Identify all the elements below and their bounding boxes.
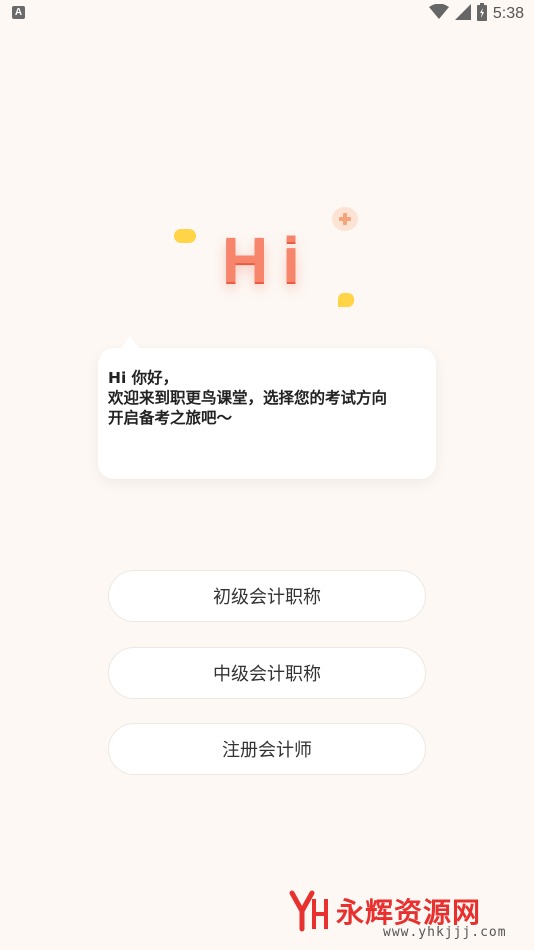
status-icons: 5:38 — [428, 2, 524, 26]
notification-icon: A — [12, 6, 25, 19]
battery-icon — [476, 3, 487, 25]
option-junior-accountant-button[interactable]: 初级会计职称 — [108, 570, 426, 622]
signal-icon — [454, 4, 471, 24]
hi-greeting-art: Hi — [222, 224, 314, 296]
option-intermediate-accountant-button[interactable]: 中级会计职称 — [108, 647, 426, 699]
hero-illustration: Hi — [160, 195, 380, 325]
option-cpa-button[interactable]: 注册会计师 — [108, 723, 426, 775]
plus-bubble-icon — [332, 207, 358, 231]
wifi-icon — [428, 3, 449, 24]
status-time: 5:38 — [492, 5, 524, 22]
watermark-url: www.yhkjjj.com — [383, 925, 507, 940]
yellow-chat-icon — [338, 293, 354, 307]
watermark-logo-icon — [289, 890, 328, 932]
welcome-speech-bubble: Hi 你好， 欢迎来到职更鸟课堂，选择您的考试方向 开启备考之旅吧～ — [98, 336, 436, 479]
status-bar: A 5:38 — [0, 0, 534, 28]
yellow-bubble-icon — [174, 229, 196, 243]
welcome-message: Hi 你好， 欢迎来到职更鸟课堂，选择您的考试方向 开启备考之旅吧～ — [108, 369, 388, 427]
watermark: 永辉资源网 www.yhkjjj.com — [288, 885, 528, 945]
